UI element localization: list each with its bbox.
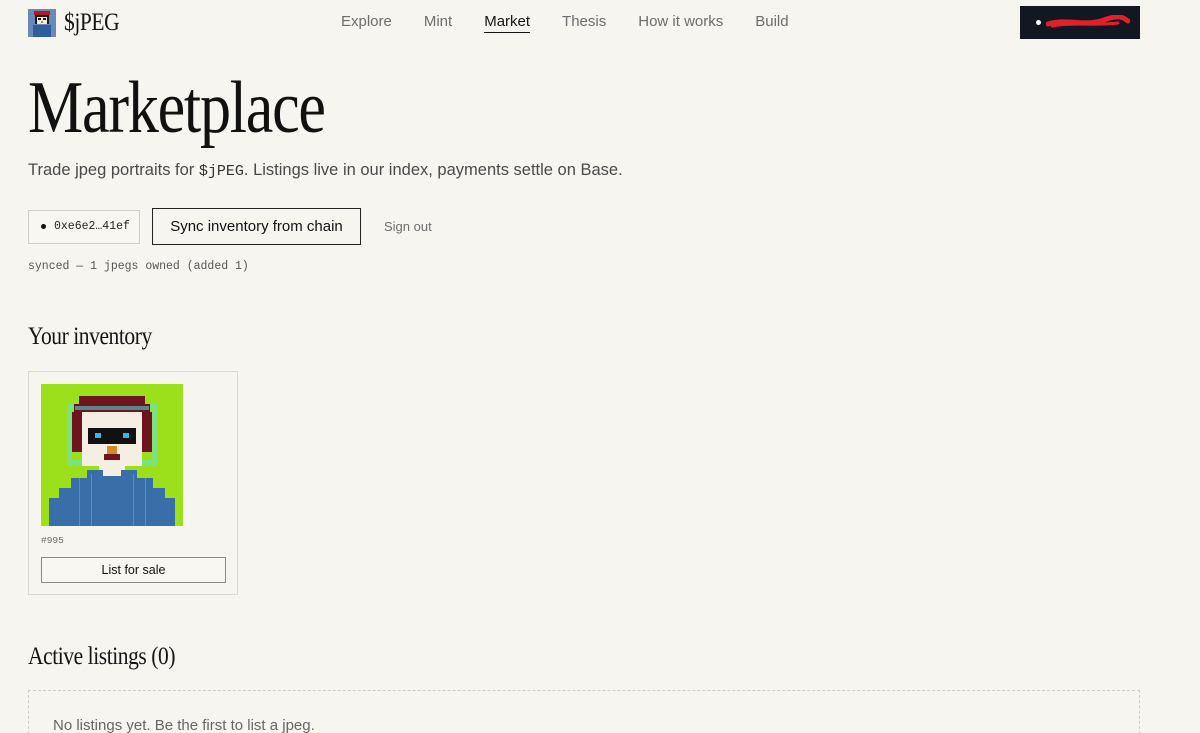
wallet-address: 0xe6e2…41ef — [54, 220, 130, 233]
brand-name: $jPEG — [64, 9, 120, 36]
nav-how-it-works[interactable]: How it works — [638, 13, 723, 33]
marketplace-page: $jPEG Explore Mint Market Thesis How it … — [0, 0, 1200, 733]
subtitle-text-end: . Listings live in our index, payments s… — [243, 161, 623, 179]
redaction-scribble-icon — [1046, 15, 1130, 28]
listings-empty-state: No listings yet. Be the first to list a … — [28, 690, 1140, 733]
brand-logo-icon — [28, 9, 56, 37]
sync-status: synced — 1 jpegs owned (added 1) — [28, 260, 249, 273]
wallet-status-dot-icon — [1036, 20, 1041, 25]
sign-out-link[interactable]: Sign out — [384, 219, 432, 234]
sync-inventory-button[interactable]: Sync inventory from chain — [152, 208, 361, 245]
inventory-card: #995 List for sale — [28, 371, 238, 595]
wallet-address-chip: 0xe6e2…41ef — [28, 209, 140, 244]
token-id: #995 — [41, 535, 64, 546]
brand[interactable]: $jPEG — [28, 9, 128, 37]
list-for-sale-button[interactable]: List for sale — [41, 557, 226, 583]
wallet-button[interactable] — [1020, 6, 1140, 39]
main-nav: Explore Mint Market Thesis How it works … — [341, 13, 821, 33]
page-title: Marketplace — [28, 67, 326, 149]
jpeg-portrait-image[interactable] — [41, 384, 183, 526]
nav-mint[interactable]: Mint — [424, 13, 452, 33]
nav-market[interactable]: Market — [484, 13, 531, 33]
inventory-section-title: Your inventory — [28, 323, 152, 350]
connected-dot-icon — [41, 224, 46, 229]
listings-section-title: Active listings (0) — [28, 643, 176, 670]
subtitle-text-start: Trade jpeg portraits for — [28, 161, 199, 179]
account-controls: 0xe6e2…41ef Sync inventory from chain Si… — [28, 208, 432, 245]
subtitle-token-code: $jPEG — [198, 163, 244, 180]
nav-explore[interactable]: Explore — [341, 13, 392, 33]
empty-state-text: No listings yet. Be the first to list a … — [53, 717, 315, 733]
nav-build[interactable]: Build — [755, 13, 788, 33]
nav-thesis[interactable]: Thesis — [562, 13, 606, 33]
page-subtitle: Trade jpeg portraits for $jPEG. Listings… — [28, 161, 623, 180]
top-navigation-bar: $jPEG Explore Mint Market Thesis How it … — [0, 0, 1200, 46]
